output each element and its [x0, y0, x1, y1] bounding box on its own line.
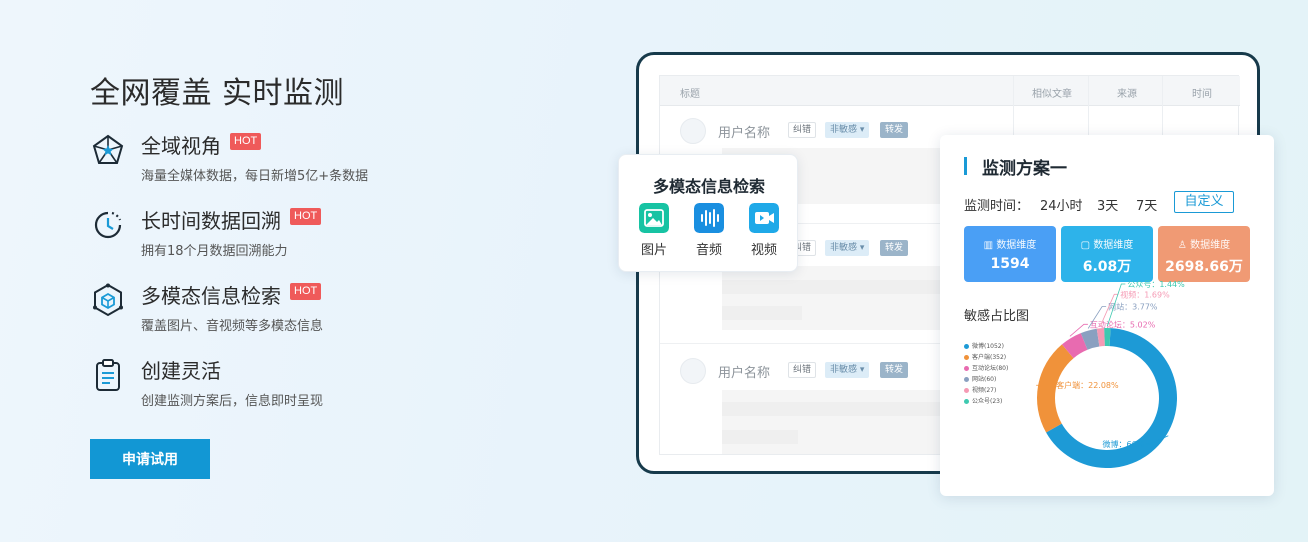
audio-icon	[694, 203, 724, 233]
col-title: 标题	[680, 89, 700, 100]
pie-slice-客户端	[1037, 344, 1074, 433]
time-option-24h[interactable]: 24小时	[1040, 195, 1083, 214]
stat-card: ▢ 数据维度 6.08万	[1061, 226, 1153, 282]
feature-title: 创建灵活	[141, 359, 221, 383]
pie-leader-line	[1069, 323, 1088, 337]
image-icon	[639, 203, 669, 233]
stat-label: 数据维度	[1190, 240, 1231, 251]
stat-label-row: ♙ 数据维度	[1158, 236, 1250, 251]
feature-multimodal-search: 多模态信息检索 HOT 覆盖图片、音视频等多模态信息	[90, 280, 510, 340]
cube-icon	[93, 283, 123, 317]
multimodal-search-card: 多模态信息检索 图片 音频 视频	[618, 154, 798, 272]
pie-label: 互动论坛：5.02%	[1090, 319, 1156, 329]
stat-card: ♙ 数据维度 2698.66万	[1158, 226, 1250, 282]
pie-label: 视频：1.69%	[1120, 289, 1170, 299]
custom-time-button[interactable]: 自定义	[1174, 191, 1234, 213]
audio-search-option[interactable]: 音频	[692, 203, 726, 263]
media-label: 音频	[695, 243, 722, 258]
pie-label: 客户端：22.08%	[1056, 380, 1119, 390]
user-name: 用户名称	[718, 366, 771, 381]
col-time: 时间	[1192, 89, 1212, 100]
correct-tag[interactable]: 纠错	[788, 122, 817, 138]
stat-label-row: ▥ 数据维度	[964, 236, 1056, 251]
feature-desc: 海量全媒体数据，每日新增5亿+条数据	[141, 169, 369, 184]
pie-leader-line	[1099, 293, 1119, 327]
pie-slice-视频	[1096, 328, 1105, 347]
feature-title: 多模态信息检索	[141, 284, 281, 308]
text-placeholder	[722, 430, 798, 444]
pie-leader-line	[1087, 306, 1107, 329]
user-icon: ♙	[1177, 240, 1187, 251]
pie-label: 微博：66%	[1103, 439, 1145, 449]
stat-value: 2698.66万	[1165, 259, 1243, 275]
title-accent-bar	[964, 157, 967, 175]
sensitivity-select[interactable]: 非敏感 ▾	[825, 362, 870, 378]
time-option-7d[interactable]: 7天	[1136, 195, 1157, 214]
monitoring-plan-card: 监测方案一 监测时间： 24小时 3天 7天 自定义 ▥ 数据维度 1594 ▢…	[940, 135, 1274, 496]
stat-value: 1594	[990, 256, 1030, 272]
stat-label: 数据维度	[996, 240, 1037, 251]
user-name: 用户名称	[718, 126, 771, 141]
image-search-option[interactable]: 图片	[637, 203, 671, 263]
pie-slice-公众号	[1104, 328, 1111, 347]
legend-item: 互动论坛(80)	[964, 363, 1008, 374]
hot-badge: HOT	[230, 133, 262, 150]
stat-card: ▥ 数据维度 1594	[964, 226, 1056, 282]
pie-chart-title: 敏感占比图	[964, 309, 1030, 324]
feature-desc: 覆盖图片、音视频等多模态信息	[141, 319, 324, 334]
bar-chart-icon: ▥	[983, 240, 994, 251]
hot-badge: HOT	[290, 208, 322, 225]
network-icon	[92, 134, 124, 164]
legend-item: 网站(60)	[964, 374, 1008, 385]
clock-icon	[94, 211, 122, 239]
correct-tag[interactable]: 纠错	[788, 362, 817, 378]
clipboard-icon	[96, 359, 120, 391]
forward-tag[interactable]: 转发	[880, 240, 909, 256]
feature-desc: 创建监测方案后，信息即时呈现	[141, 394, 324, 409]
feature-global-view: 全域视角 HOT 海量全媒体数据，每日新增5亿+条数据	[90, 130, 510, 190]
legend-item: 公众号(23)	[964, 396, 1008, 407]
feature-desc: 拥有18个月数据回溯能力	[141, 244, 288, 259]
legend-item: 微博(1052)	[964, 341, 1008, 352]
text-placeholder	[722, 306, 802, 320]
stat-value: 6.08万	[1082, 259, 1132, 275]
hero-section: 全网覆盖 实时监测 全域视角 HOT 海量全媒体数据，每日新增5亿+条数据 长时…	[90, 0, 570, 542]
media-label: 视频	[750, 243, 777, 258]
time-option-3d[interactable]: 3天	[1097, 195, 1118, 214]
search-card-title: 多模态信息检索	[652, 177, 765, 196]
pie-slice-微博	[1046, 328, 1177, 468]
col-source: 来源	[1117, 89, 1137, 100]
feature-title: 全域视角	[141, 134, 221, 158]
apply-trial-button[interactable]: 申请试用	[90, 439, 210, 479]
pie-leader-line	[1106, 283, 1126, 327]
pie-slice-互动论坛	[1061, 333, 1088, 359]
feature-data-backtrack: 长时间数据回溯 HOT 拥有18个月数据回溯能力	[90, 205, 510, 265]
pie-leader-line	[1146, 435, 1169, 445]
pie-slice-网站	[1080, 328, 1100, 350]
sensitivity-select[interactable]: 非敏感 ▾	[825, 122, 870, 138]
feature-flexible-create: 创建灵活 创建监测方案后，信息即时呈现	[90, 355, 510, 415]
avatar	[680, 118, 706, 144]
legend-item: 视频(27)	[964, 385, 1008, 396]
sensitivity-select[interactable]: 非敏感 ▾	[825, 240, 870, 256]
video-search-option[interactable]: 视频	[747, 203, 781, 263]
plan-title: 监测方案一	[982, 159, 1067, 179]
stat-label-row: ▢ 数据维度	[1061, 236, 1153, 251]
stat-label: 数据维度	[1093, 240, 1134, 251]
hero-headline: 全网覆盖 实时监测	[90, 76, 345, 111]
table-header: 标题 相似文章 来源 时间	[660, 76, 1240, 106]
legend-item: 客户端(352)	[964, 352, 1008, 363]
forward-tag[interactable]: 转发	[880, 362, 909, 378]
col-similar: 相似文章	[1032, 89, 1072, 100]
hot-badge: HOT	[290, 283, 322, 300]
pie-legend: 微博(1052) 客户端(352) 互动论坛(80) 网站(60) 视频(27) 公众号(…	[964, 341, 1008, 407]
forward-tag[interactable]: 转发	[880, 122, 909, 138]
video-icon	[749, 203, 779, 233]
feature-title: 长时间数据回溯	[141, 209, 281, 233]
media-label: 图片	[640, 243, 667, 258]
pie-label: 网站：3.77%	[1108, 302, 1158, 312]
doc-icon: ▢	[1080, 240, 1091, 251]
time-label: 监测时间：	[964, 199, 1030, 214]
avatar	[680, 358, 706, 384]
